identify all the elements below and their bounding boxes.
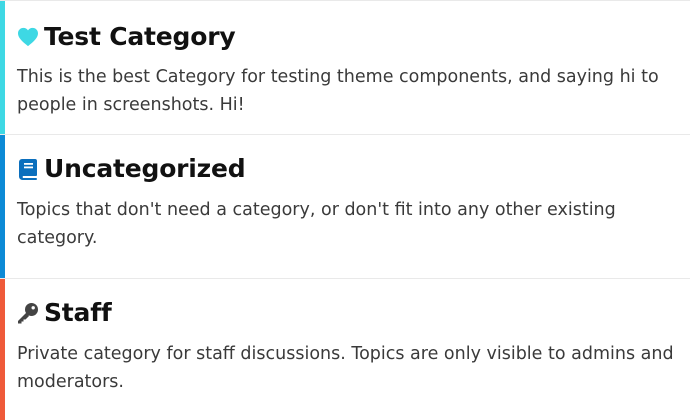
category-row-staff[interactable]: Staff Private category for staff discuss… <box>0 279 690 420</box>
category-description: Topics that don't need a category, or do… <box>17 200 616 248</box>
category-name[interactable]: Staff <box>44 297 112 329</box>
category-color-stripe <box>0 135 5 278</box>
category-color-stripe <box>0 1 5 134</box>
category-color-stripe <box>0 279 5 420</box>
category-description: This is the best Category for testing th… <box>17 67 659 115</box>
category-description: Private category for staff discussions. … <box>17 344 674 392</box>
category-row-test-category[interactable]: Test Category This is the best Category … <box>0 1 690 135</box>
category-list: Test Category This is the best Category … <box>0 0 690 420</box>
category-title-line: Staff <box>17 297 112 329</box>
category-name[interactable]: Test Category <box>44 21 236 53</box>
category-row-uncategorized[interactable]: Uncategorized Topics that don't need a c… <box>0 135 690 279</box>
category-name[interactable]: Uncategorized <box>44 153 246 185</box>
category-title-line: Uncategorized <box>17 153 246 185</box>
key-icon <box>17 302 39 324</box>
heart-icon <box>17 26 39 48</box>
category-title-line: Test Category <box>17 21 236 53</box>
book-icon <box>17 158 39 180</box>
